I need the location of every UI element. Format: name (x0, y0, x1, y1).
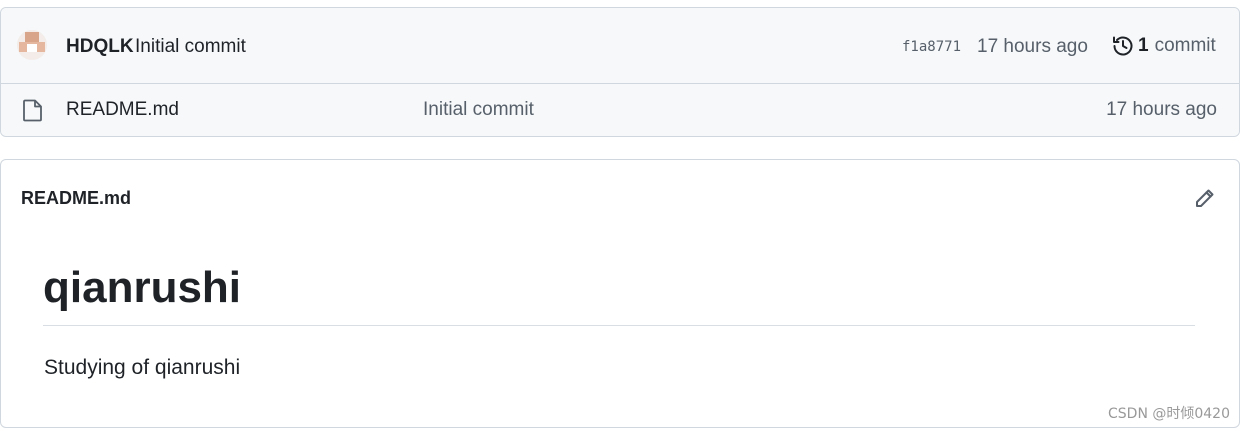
file-name-link[interactable]: README.md (66, 99, 179, 121)
file-row: README.md Initial commit 17 hours ago (1, 84, 1239, 136)
commit-sha-link[interactable]: f1a8771 (902, 39, 961, 55)
file-icon (23, 99, 42, 122)
heading-divider (43, 325, 1195, 326)
watermark: CSDN @时倾0420 (1108, 406, 1230, 422)
readme-panel: README.md qianrushi Studying of qianrush… (0, 159, 1240, 428)
pencil-icon[interactable] (1193, 186, 1217, 210)
commit-history-link[interactable]: 1 commit (1111, 34, 1216, 58)
history-icon (1113, 36, 1133, 56)
file-commit-message-link[interactable]: Initial commit (423, 99, 534, 121)
readme-header-link[interactable]: README.md (21, 188, 131, 209)
commit-word: commit (1154, 35, 1216, 56)
commit-message-link[interactable]: Initial commit (135, 36, 246, 58)
readme-body-text: Studying of qianrushi (44, 356, 241, 379)
file-age: 17 hours ago (1106, 99, 1217, 120)
commit-count: 1 (1138, 35, 1149, 56)
avatar[interactable] (17, 30, 47, 60)
file-browser: HDQLK Initial commit f1a8771 17 hours ag… (0, 7, 1240, 137)
readme-title: qianrushi (43, 263, 242, 312)
commit-author-link[interactable]: HDQLK (66, 36, 134, 58)
latest-commit-bar: HDQLK Initial commit f1a8771 17 hours ag… (1, 8, 1239, 84)
commit-age: 17 hours ago (977, 36, 1088, 57)
